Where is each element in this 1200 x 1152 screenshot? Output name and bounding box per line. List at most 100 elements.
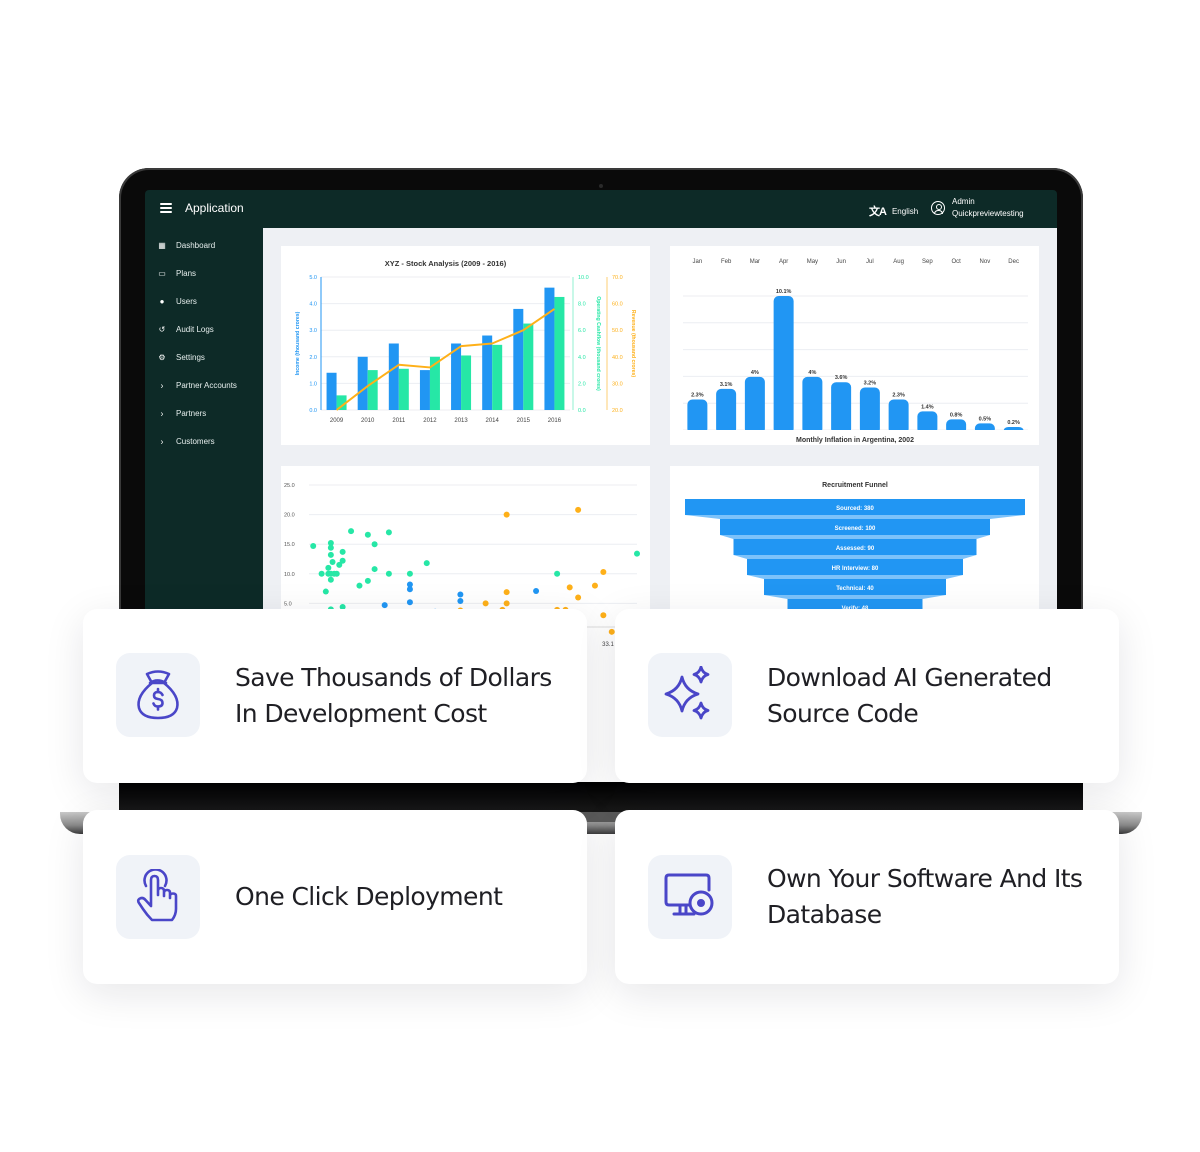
data-label: 3.6%: [835, 375, 848, 381]
scatter-point: [327, 544, 334, 551]
y-tick-label: 15.0: [284, 542, 295, 548]
inflation-bar: [831, 382, 852, 434]
scatter-point: [329, 558, 336, 565]
sidebar-item-label: Users: [176, 296, 197, 306]
sidebar-item-dashboard[interactable]: ▦ Dashboard: [157, 238, 215, 252]
income-bar: [419, 370, 430, 410]
scatter-point: [318, 570, 325, 577]
cashflow-bar: [492, 344, 503, 410]
data-label: 4%: [808, 370, 816, 376]
sparkles-icon: [648, 653, 732, 737]
chevron-right-icon: ›: [160, 407, 164, 419]
income-bar: [482, 335, 493, 410]
scatter-point: [327, 576, 334, 583]
y-tick-label: 5.0: [284, 601, 292, 607]
scatter-point: [348, 528, 355, 535]
inflation-bar: [802, 376, 823, 434]
translate-icon: 文A: [869, 206, 887, 218]
x-tick-label: Apr: [779, 259, 788, 265]
scatter-point: [371, 541, 378, 548]
feature-card-save-cost: Save Thousands of Dollars In Development…: [83, 609, 587, 783]
income-bar: [513, 308, 524, 410]
y3-tick-label: 40.0: [612, 355, 623, 361]
y3-tick-label: 60.0: [612, 302, 623, 308]
scatter-point: [364, 577, 371, 584]
user-name: Quickpreviewtesting: [952, 209, 1024, 218]
y-tick-label: 5.0: [309, 275, 317, 281]
menu-icon[interactable]: [160, 203, 172, 213]
sidebar-item-partner-accounts[interactable]: › Partner Accounts: [157, 378, 237, 392]
scatter-point: [600, 612, 607, 619]
dashboard-icon: ▦: [158, 240, 166, 250]
y-tick-label: 4.0: [309, 302, 317, 308]
money-bag-icon: [116, 653, 200, 737]
inflation-bar: [687, 399, 708, 434]
app-topbar: Application 文A English Admin Quickprevie…: [145, 190, 1057, 228]
chart-title: XYZ - Stock Analysis (2009 - 2016): [385, 259, 507, 268]
scatter-point: [371, 566, 378, 573]
y2-tick-label: 2.0: [578, 381, 586, 387]
funnel-stage-label: Assessed: 90: [836, 546, 875, 552]
sidebar-item-users[interactable]: ● Users: [157, 294, 197, 308]
y-tick-label: 1.0: [309, 381, 317, 387]
x-tick-label: 2015: [517, 418, 531, 424]
sidebar-item-partners[interactable]: › Partners: [157, 406, 207, 420]
scatter-point: [406, 570, 413, 577]
plans-icon: ▭: [158, 268, 166, 278]
x-tick-label: Sep: [922, 259, 933, 265]
chevron-right-icon: ›: [160, 379, 164, 391]
inflation-bar: [773, 296, 794, 434]
app-title: Application: [185, 201, 244, 215]
sidebar-item-settings[interactable]: ⚙ Settings: [157, 350, 205, 364]
cashflow-bar: [554, 296, 565, 410]
inflation-chart: Jan 2.3% Feb 3.1% Mar 4% Apr 10.1% May 4% Jun 3.6% J…: [670, 259, 1039, 445]
cashflow-bar: [367, 370, 378, 410]
income-bar: [357, 356, 368, 410]
language-selector[interactable]: 文A English: [869, 203, 918, 219]
y3-axis-title: Revenue (thousand crores): [630, 310, 636, 377]
monitor-disc-icon: [648, 855, 732, 939]
scatter-point: [310, 542, 317, 549]
scatter-point: [327, 551, 334, 558]
y3-tick-label: 50.0: [612, 328, 623, 334]
x-tick-label: Jul: [866, 259, 874, 265]
language-label: English: [891, 206, 919, 216]
x-tick-label: 2012: [423, 418, 437, 424]
scatter-point: [381, 602, 388, 609]
sidebar-item-plans[interactable]: ▭ Plans: [157, 266, 196, 280]
funnel-connector: [733, 555, 977, 559]
data-label: 2.3%: [691, 392, 704, 398]
y2-tick-label: 10.0: [578, 275, 589, 281]
y2-axis-title: Operating Cashflow (thousand crores): [595, 296, 601, 391]
inflation-card: Jan 2.3% Feb 3.1% Mar 4% Apr 10.1% May 4% Jun 3.6% J…: [670, 246, 1039, 445]
sidebar-item-audit-logs[interactable]: ↺ Audit Logs: [157, 322, 214, 336]
funnel-connector: [685, 515, 1025, 519]
chart-title: Recruitment Funnel: [822, 482, 888, 489]
x-tick-label: 2009: [330, 418, 344, 424]
gear-icon: ⚙: [158, 352, 166, 362]
data-label: 3.2%: [864, 381, 877, 387]
cashflow-bar: [398, 368, 409, 410]
funnel-connector: [747, 575, 963, 579]
sidebar-item-label: Audit Logs: [176, 324, 214, 334]
data-label: 2.3%: [892, 392, 905, 398]
y2-tick-label: 0.0: [578, 408, 586, 414]
x-tick-label: Dec: [1008, 259, 1019, 265]
feature-title: Download AI Generated Source Code: [767, 663, 1052, 728]
scatter-point: [533, 587, 540, 594]
data-label: 0.8%: [950, 412, 963, 418]
scatter-point: [482, 600, 489, 607]
x-tick-label: 2011: [392, 418, 406, 424]
scatter-point: [634, 550, 640, 557]
funnel-connector: [764, 595, 946, 599]
data-label: 0.2%: [1007, 420, 1020, 426]
inflation-bar: [716, 388, 737, 434]
income-bar: [326, 372, 337, 410]
sidebar-item-customers[interactable]: › Customers: [157, 434, 215, 448]
x-tick-label: 33.1: [602, 642, 614, 648]
x-tick-label: Jun: [836, 259, 846, 265]
x-tick-label: Nov: [980, 259, 991, 265]
user-menu[interactable]: Admin Quickpreviewtesting: [931, 196, 1024, 220]
data-label: 10.1%: [776, 289, 792, 295]
scatter-point: [503, 589, 510, 596]
